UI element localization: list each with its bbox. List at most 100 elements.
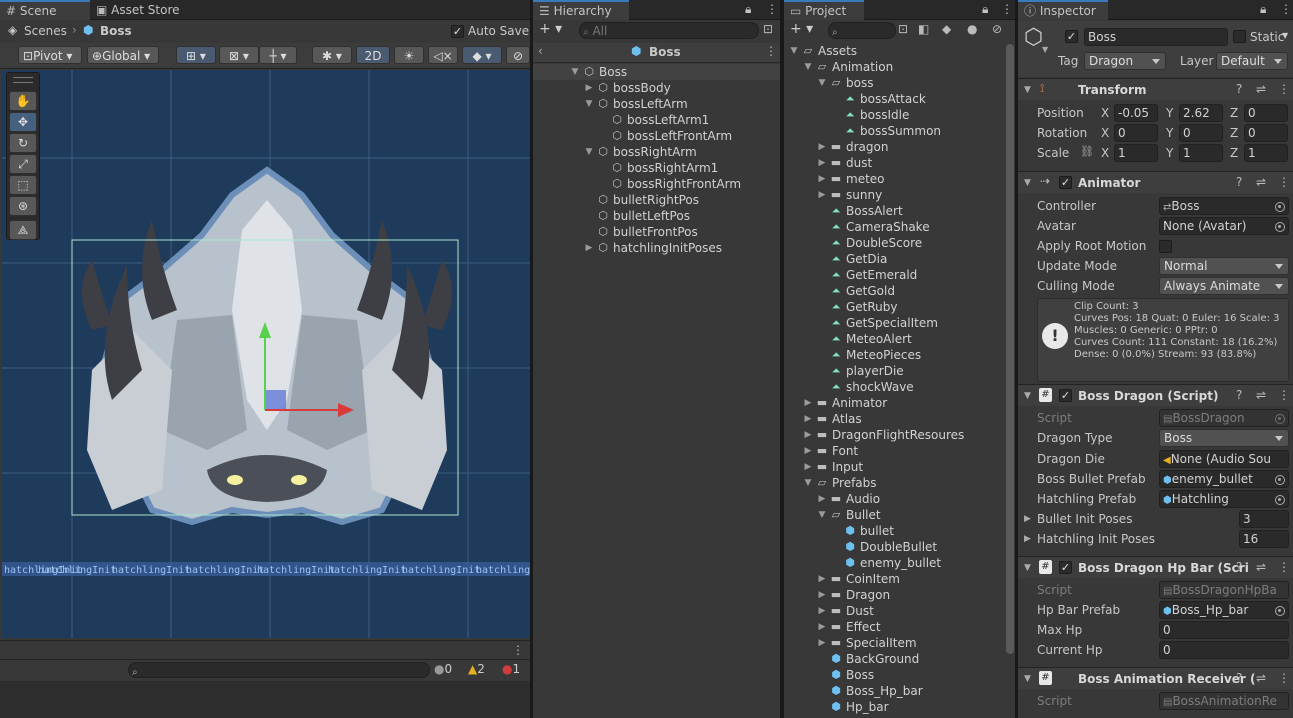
update-mode-dropdown[interactable]: Normal [1159,257,1289,275]
project-item[interactable]: ▼ ▱ Animation [784,59,1006,75]
debug-button[interactable]: ✱ ▾ [312,46,352,64]
scale-tool[interactable]: ⤢ [9,154,37,174]
hierarchy-item[interactable]: ⬡ bossRightFrontArm [533,176,780,192]
project-item[interactable]: ⏶ MeteoAlert [784,331,1006,347]
rect-tool[interactable]: ⬚ [9,175,37,195]
project-item[interactable]: ▶ ▬ Input [784,459,1006,475]
hidden-packages-icon[interactable]: ⊘ [992,22,1002,36]
preset-icon[interactable]: ⇌ [1256,560,1266,574]
effects-button[interactable]: ◆ ▾ [462,46,502,64]
chevron-right-icon[interactable]: ▶ [803,395,813,411]
project-item[interactable]: ▶ ▬ dust [784,155,1006,171]
project-item[interactable]: ▶ ▬ Audio [784,491,1006,507]
project-item[interactable]: ▶ ▬ Atlas [784,411,1006,427]
tab-inspector[interactable]: ⓘ Inspector [1018,0,1108,20]
root-motion-checkbox[interactable] [1159,240,1172,253]
add-dropdown[interactable]: + ▾ [539,21,562,37]
chevron-right-icon[interactable]: ▶ [817,635,827,651]
project-item[interactable]: ⏶ GetDia [784,251,1006,267]
preset-icon[interactable]: ⇌ [1256,175,1266,189]
audio-toggle[interactable]: ◁× [428,46,458,64]
tag-dropdown[interactable]: Dragon [1084,52,1166,70]
chevron-down-icon[interactable]: ▼ [1024,674,1031,684]
object-picker-icon[interactable] [1275,475,1285,485]
console-search-input[interactable]: ⌕ [128,662,430,678]
script-enabled-checkbox[interactable]: ✓ [1059,561,1072,574]
chevron-right-icon[interactable]: ▶ [817,587,827,603]
scale-x[interactable]: 1 [1114,144,1158,162]
hatchling-init-label[interactable]: Hatchling Init Poses [1037,530,1155,548]
breadcrumb-boss[interactable]: Boss [100,24,132,38]
project-item[interactable]: ⏶ bossIdle [784,107,1006,123]
chevron-down-icon[interactable]: ▼ [1024,85,1031,95]
anim-receiver-header[interactable]: ▼ # Boss Animation Receiver ( ? ⇌ ⋮ [1018,667,1293,689]
position-z[interactable]: 0 [1244,104,1288,122]
chevron-down-icon[interactable]: ▼ [1042,45,1048,54]
chevron-right-icon[interactable]: ▶ [1024,514,1031,524]
hierarchy-item[interactable]: ⬡ bulletFrontPos [533,224,780,240]
hierarchy-item[interactable]: ▶ ⬡ bossBody [533,80,780,96]
culling-mode-dropdown[interactable]: Always Animate [1159,277,1289,295]
project-item[interactable]: ⏶ bossAttack [784,91,1006,107]
project-item[interactable]: ▶ ▬ Dragon [784,587,1006,603]
lock-icon[interactable]: 🔒︎ [982,2,988,17]
controller-field[interactable]: ⇄Boss [1159,197,1289,215]
grid-snap-button[interactable]: ⊞ ▾ [176,46,216,64]
chevron-right-icon[interactable]: ▶ [817,139,827,155]
alert-filter-icon[interactable]: ● [967,22,977,36]
script-enabled-checkbox[interactable]: ✓ [1059,389,1072,402]
chevron-down-icon[interactable]: ▼ [803,475,813,491]
animator-header[interactable]: ▼ ⇢ ✓ Animator ? ⇌ ⋮ [1018,171,1293,193]
project-item[interactable]: ⏶ shockWave [784,379,1006,395]
lock-icon[interactable]: 🔒︎ [1260,2,1266,17]
project-item[interactable]: ⬢ BackGround [784,651,1006,667]
lock-icon[interactable]: 🔒︎ [745,2,751,17]
search-scope-icon[interactable]: ⊡ [898,22,908,36]
2d-toggle[interactable]: 2D [356,46,390,64]
hierarchy-item[interactable]: ⬡ bossLeftArm1 [533,112,780,128]
chevron-down-icon[interactable]: ▼ [803,59,813,75]
chevron-down-icon[interactable]: ▼ [570,64,580,80]
global-dropdown[interactable]: ⊕Global ▾ [87,46,159,64]
hp-bar-header[interactable]: ▼ # ✓ Boss Dragon Hp Bar (Scri ? ⇌ ⋮ [1018,556,1293,578]
project-item[interactable]: ⏶ GetRuby [784,299,1006,315]
project-item[interactable]: ⬢ Hp_bar [784,699,1006,715]
project-item[interactable]: ⬢ Boss [784,667,1006,683]
rotation-z[interactable]: 0 [1244,124,1288,142]
chevron-right-icon[interactable]: ▶ [817,619,827,635]
help-icon[interactable]: ? [1236,671,1242,685]
project-scrollbar[interactable] [1006,44,1014,654]
more-options-icon[interactable]: ⋮ [1278,82,1290,96]
scene-search-icon[interactable]: ⊡ [763,22,773,36]
hierarchy-item[interactable]: ▼ ⬡ Boss [533,64,780,80]
object-picker-icon[interactable] [1275,202,1285,212]
pivot-dropdown[interactable]: ⊡Pivot ▾ [18,46,82,64]
more-options-icon[interactable]: ⋮ [1280,2,1292,16]
hierarchy-item[interactable]: ⬡ bossRightArm1 [533,160,780,176]
chevron-down-icon[interactable]: ▼ [1024,178,1031,188]
more-options-icon[interactable]: ⋮ [512,643,524,657]
auto-save-checkbox[interactable]: ✓ [451,25,464,38]
project-item[interactable]: ⏶ bossSummon [784,123,1006,139]
warn-count[interactable]: ▲2 [468,662,485,676]
more-options-icon[interactable]: ⋮ [765,44,777,58]
chevron-right-icon[interactable]: ▶ [803,459,813,475]
chevron-right-icon[interactable]: ▶ [817,171,827,187]
project-item[interactable]: ⏶ playerDie [784,363,1006,379]
custom-tool[interactable]: ⟁ [9,220,37,240]
filter-type-icon[interactable]: ◧ [918,22,929,36]
more-options-icon[interactable]: ⋮ [1278,388,1290,402]
chevron-down-icon[interactable]: ▼ [817,75,827,91]
help-icon[interactable]: ? [1236,560,1242,574]
max-hp-field[interactable]: 0 [1159,621,1289,639]
preset-icon[interactable]: ⇌ [1256,671,1266,685]
scene-viewport[interactable]: hatchlingInit hatchlingInit hatchlingIni… [2,70,530,638]
project-item[interactable]: ⏶ GetEmerald [784,267,1006,283]
lighting-toggle[interactable]: ☀ [394,46,424,64]
filter-label-icon[interactable]: ◆ [942,22,951,36]
chevron-down-icon[interactable]: ▼ [1024,563,1031,573]
more-options-icon[interactable]: ⋮ [1278,671,1290,685]
project-item[interactable]: ▶ ▬ Dust [784,603,1006,619]
chevron-right-icon[interactable]: ▶ [817,491,827,507]
tab-scene[interactable]: # Scene [0,0,90,20]
